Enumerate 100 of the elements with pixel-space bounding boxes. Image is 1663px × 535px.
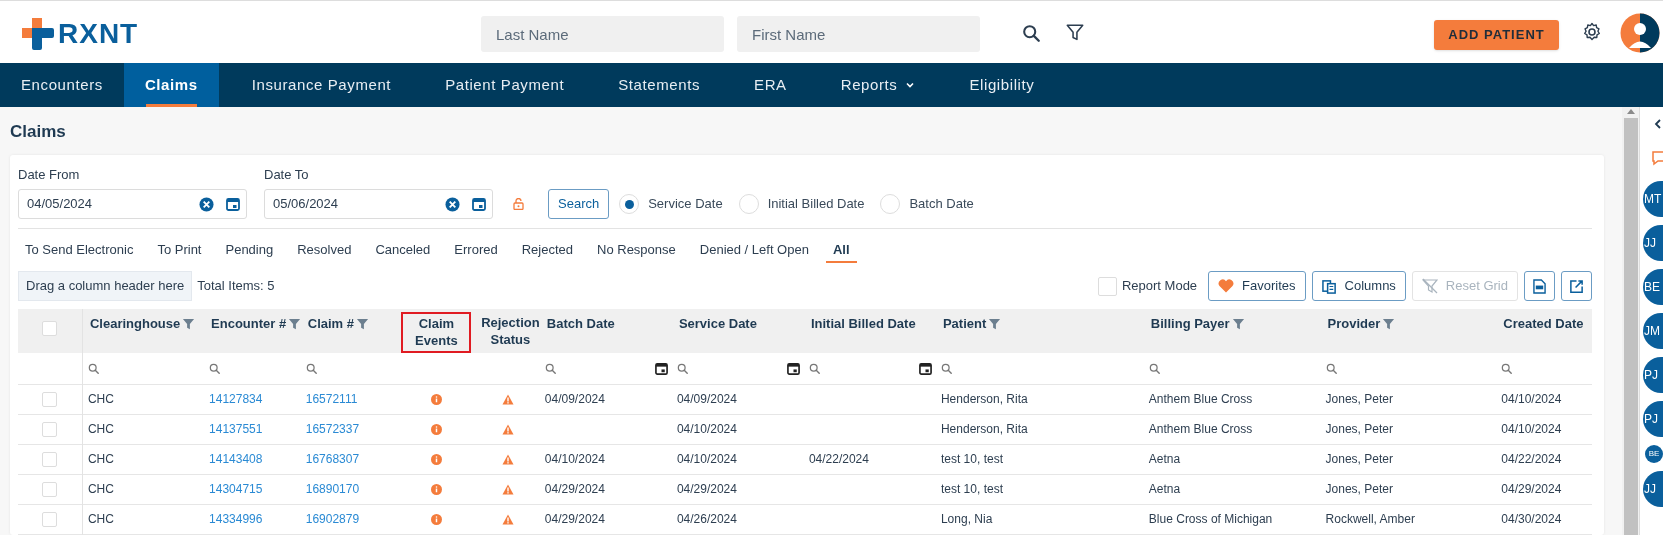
- table-cell: Jones, Peter: [1325, 422, 1393, 436]
- status-tab[interactable]: Errored: [447, 237, 505, 263]
- calendar-icon[interactable]: [654, 361, 668, 375]
- status-tab[interactable]: Resolved: [290, 237, 359, 263]
- column-header[interactable]: Billing Payer: [1148, 313, 1247, 335]
- table-link[interactable]: 14143408: [209, 452, 263, 466]
- search-field[interactable]: First Name: [737, 16, 980, 52]
- settings-icon[interactable]: [1582, 22, 1602, 42]
- status-tab[interactable]: Pending: [218, 237, 281, 263]
- info-icon[interactable]: [430, 484, 442, 496]
- search-button[interactable]: Search: [548, 189, 610, 219]
- date-field[interactable]: 05/06/2024: [264, 189, 493, 219]
- nav-tab[interactable]: Eligibility: [948, 63, 1056, 107]
- row-checkbox[interactable]: [42, 451, 58, 467]
- user-avatar[interactable]: PJ: [1643, 401, 1663, 437]
- table-cell: 04/10/2024: [676, 422, 737, 436]
- info-icon[interactable]: [430, 424, 442, 436]
- toolbar-button[interactable]: Columns: [1311, 271, 1406, 301]
- group-drop-area[interactable]: Drag a column header here: [18, 271, 193, 301]
- column-header[interactable]: Batch Date: [544, 313, 617, 335]
- user-avatar-icon[interactable]: [1620, 13, 1660, 53]
- calendar-icon[interactable]: [786, 361, 800, 375]
- table-cell: test 10, test: [940, 482, 1003, 496]
- table-link[interactable]: 14137551: [209, 422, 263, 436]
- row-checkbox[interactable]: [42, 511, 58, 527]
- nav-tab[interactable]: Encounters: [0, 63, 124, 107]
- user-avatar[interactable]: BE: [1645, 445, 1663, 463]
- table-cell: Henderson, Rita: [940, 422, 1028, 436]
- nav-tab[interactable]: Patient Payment: [424, 63, 586, 107]
- table-cell: CHC: [87, 392, 114, 406]
- filter-off-icon: [1421, 278, 1438, 294]
- nav-tab[interactable]: Reports: [819, 63, 937, 107]
- info-icon[interactable]: [430, 394, 442, 406]
- column-header[interactable]: Service Date: [676, 313, 759, 335]
- table-link[interactable]: 14334996: [209, 512, 263, 526]
- user-avatar[interactable]: PJ: [1643, 357, 1663, 393]
- column-header[interactable]: Created Date: [1501, 313, 1586, 335]
- info-icon[interactable]: [430, 514, 442, 526]
- table-link[interactable]: 14304715: [209, 482, 263, 496]
- table-cell: Aetna: [1148, 482, 1181, 496]
- column-header[interactable]: Initial Billed Date: [808, 313, 918, 335]
- column-header[interactable]: Claim #: [305, 313, 371, 335]
- filter-icon[interactable]: [1066, 24, 1084, 42]
- status-tab[interactable]: Canceled: [368, 237, 438, 263]
- nav-tab[interactable]: Claims: [123, 63, 219, 107]
- row-checkbox[interactable]: [42, 391, 58, 407]
- table-link[interactable]: 16572111: [305, 392, 358, 406]
- scrollbar[interactable]: [1622, 107, 1639, 535]
- user-avatar[interactable]: BE: [1643, 269, 1663, 305]
- status-tab[interactable]: Denied / Left Open: [692, 237, 816, 263]
- table-link[interactable]: 16902879: [305, 512, 360, 526]
- date-field[interactable]: 04/05/2024: [18, 189, 247, 219]
- column-header[interactable]: Claim Events: [401, 312, 472, 353]
- calendar-icon[interactable]: [918, 361, 932, 375]
- column-header[interactable]: Patient: [940, 313, 1004, 335]
- pdf-button[interactable]: [1524, 271, 1555, 301]
- search-field[interactable]: Last Name: [481, 16, 724, 52]
- user-avatar[interactable]: JJ: [1643, 225, 1663, 261]
- header-checkbox[interactable]: [42, 321, 58, 336]
- status-tab[interactable]: All: [825, 237, 857, 263]
- column-header[interactable]: Rejection Status: [475, 312, 546, 350]
- table-cell: 04/10/2024: [676, 452, 737, 466]
- radio-label: Initial Billed Date: [767, 195, 865, 214]
- user-avatar[interactable]: JM: [1643, 313, 1663, 349]
- nav-tab[interactable]: Statements: [597, 63, 722, 107]
- export-button[interactable]: [1561, 271, 1592, 301]
- column-header[interactable]: Clearinghouse: [87, 313, 198, 335]
- funnel-icon[interactable]: [1382, 317, 1396, 331]
- calendar-icon[interactable]: [226, 197, 240, 211]
- table-link[interactable]: 16890170: [305, 482, 360, 496]
- chevron-left-icon[interactable]: [1654, 119, 1662, 129]
- table-link[interactable]: 14127834: [209, 392, 263, 406]
- calendar-icon[interactable]: [472, 197, 486, 211]
- funnel-icon[interactable]: [288, 317, 302, 331]
- nav-tab[interactable]: ERA: [733, 63, 808, 107]
- status-tab[interactable]: Rejected: [514, 237, 580, 263]
- search-icon[interactable]: [1022, 24, 1040, 42]
- row-checkbox[interactable]: [42, 481, 58, 497]
- user-avatar[interactable]: JJ: [1643, 471, 1663, 507]
- funnel-icon[interactable]: [1231, 317, 1245, 331]
- row-checkbox[interactable]: [42, 421, 58, 437]
- user-avatar[interactable]: MT: [1643, 181, 1663, 217]
- add-patient-button[interactable]: ADD PATIENT: [1434, 20, 1559, 50]
- table-link[interactable]: 16572337: [305, 422, 360, 436]
- status-tab[interactable]: To Print: [150, 237, 209, 263]
- funnel-icon[interactable]: [356, 317, 369, 331]
- toolbar-button[interactable]: Favorites: [1208, 271, 1306, 301]
- table-link[interactable]: 16768307: [305, 452, 360, 466]
- checkbox[interactable]: [1097, 276, 1117, 296]
- clear-icon[interactable]: [199, 196, 214, 212]
- funnel-icon[interactable]: [988, 317, 1002, 331]
- status-tab[interactable]: No Response: [590, 237, 683, 263]
- clear-icon[interactable]: [445, 196, 460, 212]
- funnel-icon[interactable]: [182, 317, 196, 331]
- column-header[interactable]: Encounter #: [209, 313, 304, 335]
- info-icon[interactable]: [430, 454, 442, 466]
- table-cell: 04/09/2024: [676, 392, 737, 406]
- status-tab[interactable]: To Send Electronic: [18, 237, 141, 263]
- nav-tab[interactable]: Insurance Payment: [230, 63, 413, 107]
- column-header[interactable]: Provider: [1325, 313, 1398, 335]
